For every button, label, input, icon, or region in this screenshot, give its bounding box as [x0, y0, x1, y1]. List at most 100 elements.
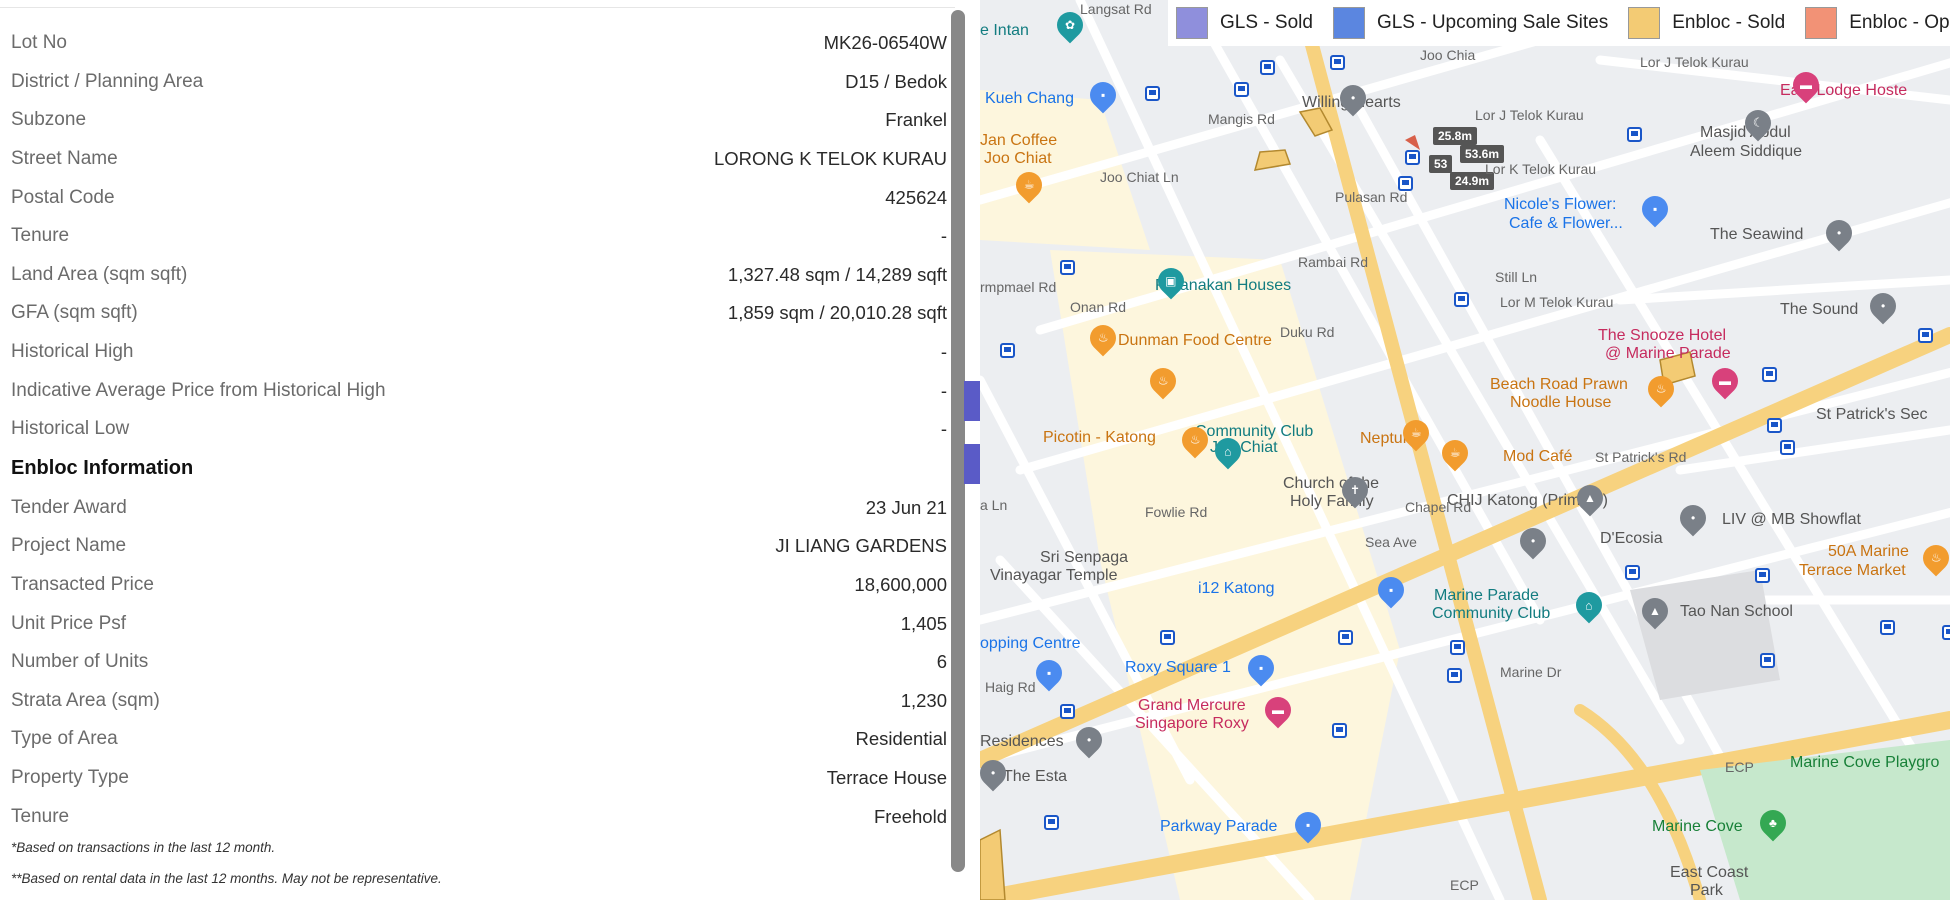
map-place-label: 50A Marine — [1828, 543, 1909, 560]
bus-stop-icon[interactable] — [1060, 704, 1075, 719]
map-road-label: rmpmael Rd — [980, 279, 1057, 295]
bus-stop-icon[interactable] — [1330, 55, 1345, 70]
detail-label: Tenure — [11, 805, 70, 827]
footnote-transactions: *Based on transactions in the last 12 mo… — [11, 840, 276, 855]
map-road-label: Lor J Telok Kurau — [1475, 107, 1584, 123]
bus-stop-icon[interactable] — [1767, 418, 1782, 433]
bus-stop-icon[interactable] — [1762, 367, 1777, 382]
map-place-label: @ Marine Parade — [1605, 345, 1731, 362]
map-place-label: East Coast — [1670, 864, 1749, 881]
map-road-label: Joo Chia — [1420, 47, 1476, 63]
bus-stop-icon[interactable] — [1260, 60, 1275, 75]
detail-label: Number of Units — [11, 651, 149, 673]
map-road-label: ECP — [1725, 759, 1754, 775]
bus-stop-icon[interactable] — [1338, 630, 1353, 645]
detail-label: District / Planning Area — [11, 70, 204, 92]
legend-swatch — [1332, 7, 1365, 39]
bus-stop-icon[interactable] — [1625, 565, 1640, 580]
detail-label: Strata Area (sqm) — [11, 689, 160, 711]
map-place-label: Cafe & Flower... — [1509, 215, 1623, 232]
detail-value: - — [940, 418, 947, 440]
detail-value: 23 Jun 21 — [865, 496, 947, 518]
detail-row-subzone: Subzone Frankel — [11, 101, 947, 140]
map-place-label: St Patrick's Sec — [1816, 406, 1928, 423]
bus-stop-icon[interactable] — [1447, 668, 1462, 683]
footnote-rental: **Based on rental data in the last 12 mo… — [11, 871, 442, 886]
map-legend: GLS - Sold GLS - Upcoming Sale Sites Enb… — [1168, 0, 1950, 46]
legend-item-gls-sold[interactable]: GLS - Sold — [1176, 7, 1313, 39]
bus-stop-icon[interactable] — [1880, 620, 1895, 635]
enbloc-row-transacted-price: Transacted Price 18,600,000 — [11, 566, 947, 605]
enbloc-row-unit-price: Unit Price Psf 1,405 — [11, 604, 947, 643]
bus-stop-icon[interactable] — [1405, 150, 1420, 165]
map-place-label: Community Club — [1432, 605, 1551, 622]
legend-label: GLS - Sold — [1220, 12, 1313, 33]
detail-row-district: District / Planning Area D15 / Bedok — [11, 63, 947, 102]
enbloc-row-units: Number of Units 6 — [11, 643, 947, 682]
map-road-label: Still Ln — [1495, 269, 1538, 285]
map-place-label: Marine Cove — [1652, 818, 1743, 835]
enbloc-row-tenure: Tenure Freehold — [11, 797, 947, 836]
bus-stop-icon[interactable] — [1398, 176, 1413, 191]
detail-label: Unit Price Psf — [11, 612, 127, 634]
footnotes: *Based on transactions in the last 12 mo… — [11, 840, 442, 900]
bus-stop-icon[interactable] — [1755, 568, 1770, 583]
map-place-label: Jan Coffee — [980, 132, 1058, 149]
legend-swatch — [1628, 7, 1661, 39]
detail-label: Project Name — [11, 535, 127, 557]
measurement-label: 25.8m — [1433, 127, 1478, 145]
detail-value: - — [940, 341, 947, 363]
bus-stop-icon[interactable] — [1760, 653, 1775, 668]
detail-value: - — [940, 379, 947, 401]
detail-value: Terrace House — [826, 766, 947, 788]
detail-label: Property Type — [11, 766, 129, 788]
map-place-label: Park — [1690, 882, 1723, 899]
legend-item-gls-upcoming[interactable]: GLS - Upcoming Sale Sites — [1332, 7, 1608, 39]
detail-value: 1,230 — [900, 689, 947, 711]
enbloc-row-strata-area: Strata Area (sqm) 1,230 — [11, 682, 947, 721]
bus-stop-icon[interactable] — [1234, 82, 1249, 97]
bus-stop-icon[interactable] — [1145, 86, 1160, 101]
measurement-label: 53 — [1429, 155, 1453, 173]
detail-row-tenure: Tenure - — [11, 217, 947, 256]
map-place-label: Joo Chiat — [984, 150, 1052, 167]
detail-value: 1,405 — [900, 612, 947, 634]
bus-stop-icon[interactable] — [1918, 328, 1933, 343]
map-road-label: Lor K Telok Kurau — [1485, 161, 1597, 177]
legend-item-enbloc-sold[interactable]: Enbloc - Sold — [1628, 7, 1785, 39]
bus-stop-icon[interactable] — [1060, 260, 1075, 275]
detail-value: 1,327.48 sqm / 14,289 sqft — [727, 263, 947, 285]
legend-item-enbloc-open[interactable]: Enbloc - Op — [1805, 7, 1950, 39]
bus-stop-icon[interactable] — [1627, 127, 1642, 142]
map-place-label: Singapore Roxy — [1135, 715, 1249, 732]
detail-row-postal: Postal Code 425624 — [11, 178, 947, 217]
bus-stop-icon[interactable] — [1044, 815, 1059, 830]
bus-stop-icon[interactable] — [1454, 292, 1469, 307]
map-place-label: Noodle House — [1510, 394, 1612, 411]
detail-label: Lot No — [11, 32, 67, 54]
detail-label: Subzone — [11, 109, 87, 131]
bus-stop-icon[interactable] — [1000, 343, 1015, 358]
detail-row-historical-high: Historical High - — [11, 333, 947, 372]
map-road-label: Duku Rd — [1280, 324, 1335, 340]
map-road-label: Rambai Rd — [1298, 254, 1369, 270]
bus-stop-icon[interactable] — [1450, 640, 1465, 655]
map-place-label: Marine Cove Playgro — [1790, 754, 1940, 771]
panel-scrollbar[interactable] — [951, 10, 965, 872]
bus-stop-icon[interactable] — [1780, 440, 1795, 455]
detail-label: Tenure — [11, 225, 70, 247]
enbloc-row-type-of-area: Type of Area Residential — [11, 720, 947, 759]
map-view[interactable]: 25.8m 53.6m 53 24.9m Langsat Rd e Intan … — [980, 0, 1950, 900]
bus-stop-icon[interactable] — [1942, 625, 1950, 640]
bus-stop-icon[interactable] — [1332, 723, 1347, 738]
map-place-label: Langsat Rd — [1080, 1, 1152, 17]
detail-row-indicative-price: Indicative Average Price from Historical… — [11, 371, 947, 410]
bus-stop-icon[interactable] — [1160, 630, 1175, 645]
detail-label: GFA (sqm sqft) — [11, 302, 138, 324]
details-list: Lot No MK26-06540W District / Planning Ar… — [11, 24, 947, 836]
detail-label: Transacted Price — [11, 574, 154, 596]
map-place-label: The Snooze Hotel — [1598, 327, 1727, 344]
enbloc-row-tender-award: Tender Award 23 Jun 21 — [11, 489, 947, 528]
map-place-label: LIV @ MB Showflat — [1722, 511, 1861, 528]
map-place-label: e Intan — [980, 22, 1029, 39]
